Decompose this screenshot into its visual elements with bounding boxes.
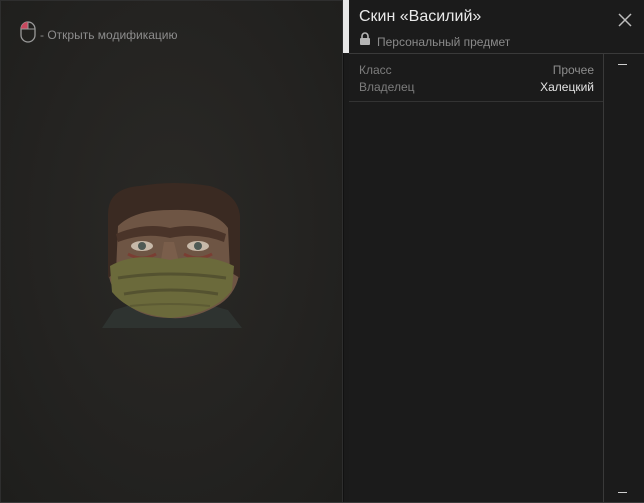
character-portrait bbox=[94, 182, 246, 328]
property-value: Прочее bbox=[552, 63, 594, 77]
property-label: Класс bbox=[359, 63, 392, 77]
close-icon[interactable] bbox=[618, 13, 632, 27]
property-row-class: Класс Прочее bbox=[359, 63, 594, 77]
item-preview-panel: - Открыть модификацию bbox=[0, 0, 344, 503]
open-modification-hint: - Открыть модификацию bbox=[20, 21, 178, 48]
property-label: Владелец bbox=[359, 80, 415, 94]
property-value: Халецкий bbox=[540, 80, 594, 94]
item-info-panel: Скин «Василий» Персональный предмет Клас… bbox=[349, 0, 644, 503]
hint-text: - Открыть модификацию bbox=[40, 27, 178, 42]
item-properties: Класс Прочее Владелец Халецкий bbox=[349, 54, 603, 102]
personal-item-label: Персональный предмет bbox=[377, 34, 511, 49]
item-title: Скин «Василий» bbox=[359, 8, 482, 25]
item-details-content: Класс Прочее Владелец Халецкий bbox=[349, 54, 604, 503]
property-row-owner: Владелец Халецкий bbox=[359, 80, 594, 94]
item-header: Скин «Василий» Персональный предмет bbox=[349, 0, 644, 54]
scrollbar-top-handle[interactable] bbox=[618, 64, 627, 65]
lock-icon bbox=[359, 32, 371, 51]
scrollbar-bottom-handle[interactable] bbox=[618, 492, 627, 493]
scrollbar[interactable] bbox=[604, 54, 644, 503]
mouse-left-click-icon bbox=[20, 21, 36, 48]
item-subtitle: Персональный предмет bbox=[359, 32, 510, 51]
